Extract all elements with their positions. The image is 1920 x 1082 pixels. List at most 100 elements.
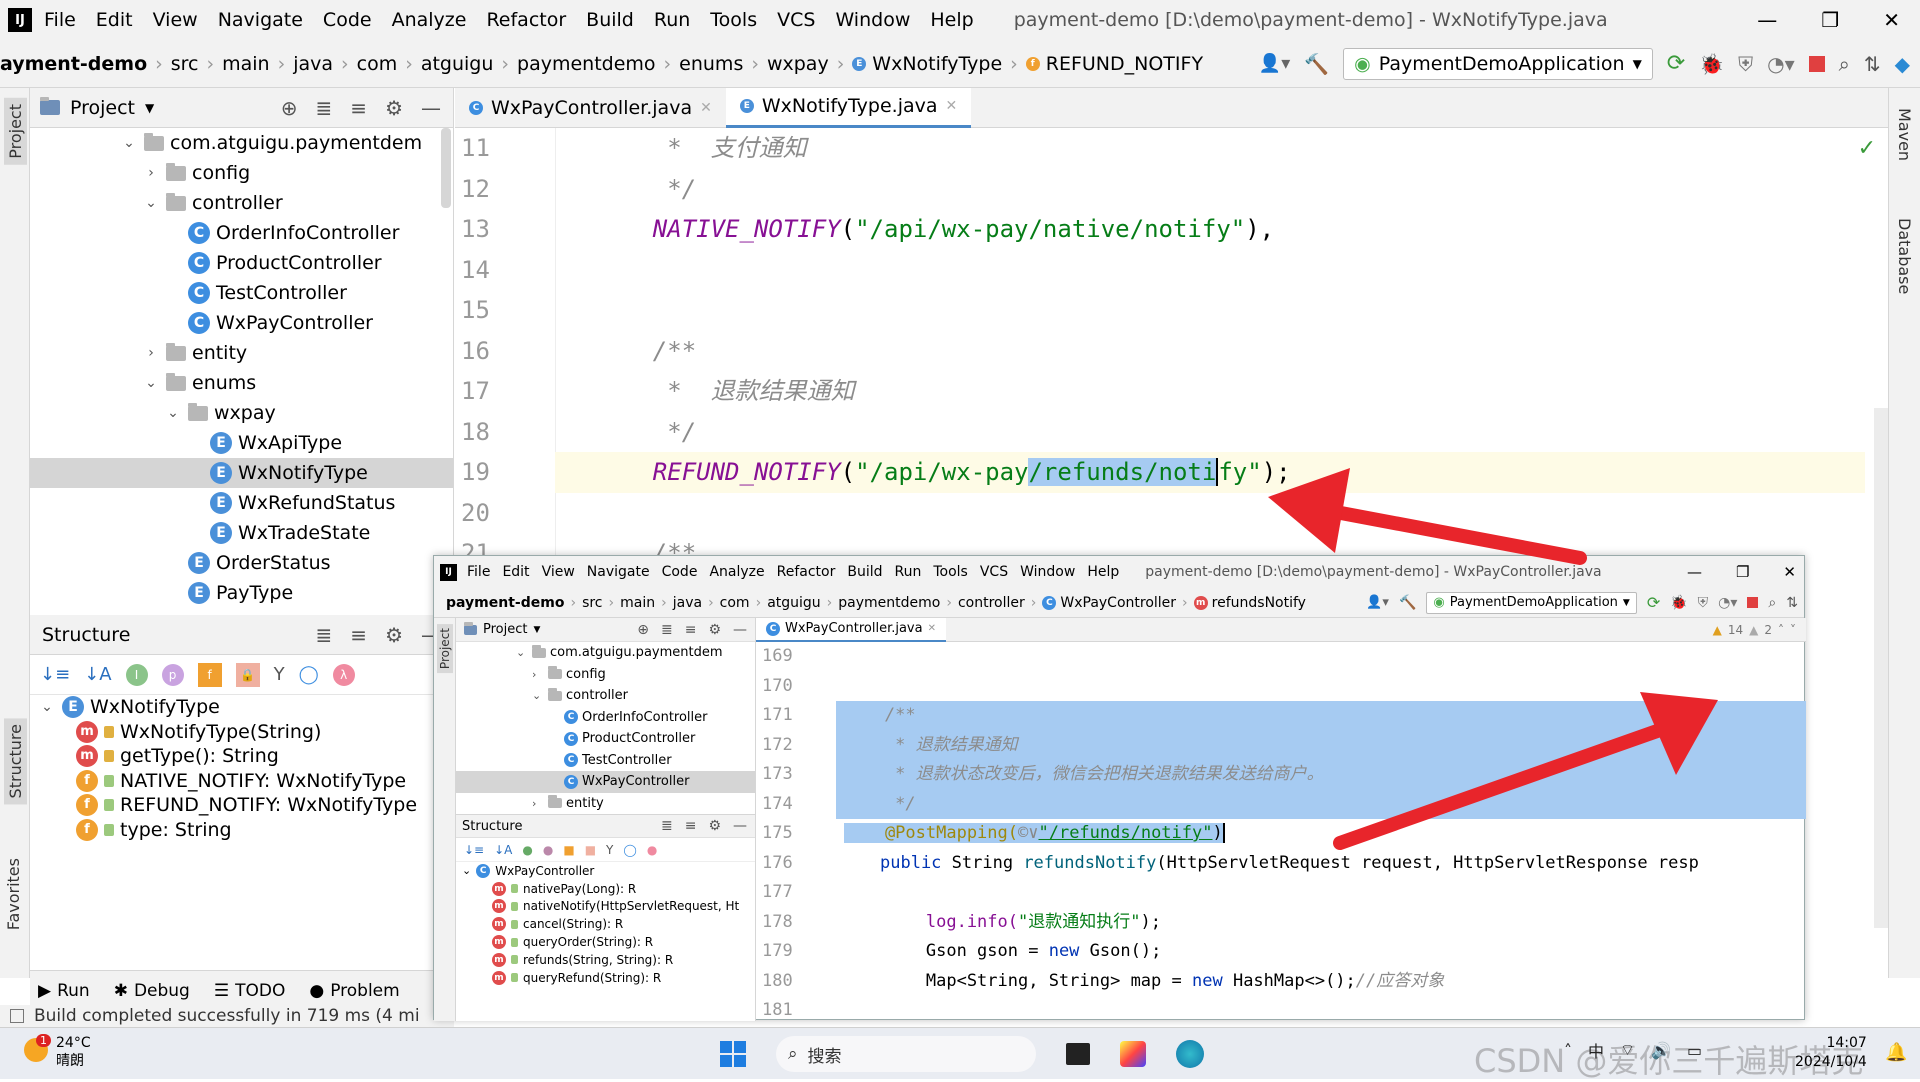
minimize-icon[interactable]: — [1687, 563, 1702, 581]
tree-node[interactable]: ⌄ enums [30, 368, 453, 398]
show-properties-icon[interactable]: p [161, 663, 184, 686]
maven-tool-tab[interactable]: Maven [1895, 108, 1914, 161]
warning-icon[interactable]: ▲ [1713, 623, 1722, 637]
structure-item[interactable]: m getType(): String [30, 744, 453, 769]
menu-run[interactable]: Run [895, 564, 922, 580]
menu-code[interactable]: Code [662, 564, 698, 580]
breadcrumb-item[interactable]: com [357, 53, 398, 75]
run-config-select[interactable]: ◉ PaymentDemoApplication ▼ [1343, 47, 1653, 80]
gear-icon[interactable]: ⚙ [385, 623, 403, 647]
anonymous-icon[interactable]: ◯ [299, 664, 319, 685]
sort-visibility-icon[interactable]: ↓≡ [40, 664, 70, 685]
start-windows-icon[interactable] [720, 1041, 746, 1067]
tab-wxpaycontroller[interactable]: C WxPayController.java ✕ [756, 617, 946, 642]
rerun-icon[interactable]: ⟳ [1667, 51, 1685, 76]
chevron-down-icon[interactable]: ▼ [533, 625, 540, 635]
chevron-down-icon[interactable]: ▼ [145, 101, 154, 115]
debug-icon[interactable]: 🐞 [1699, 52, 1724, 76]
structure-item[interactable]: m queryRefund(String): R [456, 969, 755, 987]
tree-node[interactable]: E WxNotifyType [30, 458, 453, 488]
show-inherited-icon[interactable]: ● [522, 843, 532, 857]
close-tab-icon[interactable]: ✕ [946, 98, 958, 114]
collapse-all-icon[interactable]: ≡ [350, 96, 367, 120]
intellij-logo-icon[interactable]: IJ [8, 8, 32, 32]
menu-window[interactable]: Window [835, 9, 910, 31]
gear-icon[interactable]: ⚙ [385, 96, 403, 120]
sort-alpha-icon[interactable]: ↓A [494, 843, 512, 857]
menu-vcs[interactable]: VCS [777, 9, 815, 31]
ime-indicator[interactable]: 中 [1588, 1038, 1604, 1062]
close-tab-icon[interactable]: ✕ [928, 623, 936, 634]
menu-edit[interactable]: Edit [502, 564, 529, 580]
chevron-right-icon[interactable]: › [532, 668, 544, 681]
menu-analyze[interactable]: Analyze [392, 9, 467, 31]
weak-warning-icon[interactable]: ▲ [1749, 623, 1758, 637]
tab-wxpaycontroller[interactable]: C WxPayController.java ✕ [455, 88, 726, 128]
menu-window[interactable]: Window [1020, 564, 1075, 580]
tree-node[interactable]: › entity [456, 793, 755, 815]
show-nonpublic-icon[interactable]: 🔒 [235, 662, 260, 687]
tree-node[interactable]: E WxTradeState [30, 518, 453, 548]
project-view-selector[interactable]: Project [483, 622, 527, 637]
menu-refactor[interactable]: Refactor [486, 9, 566, 31]
battery-icon[interactable]: ▭ [1687, 1041, 1702, 1060]
show-fields-icon[interactable]: f [197, 662, 222, 687]
menu-code[interactable]: Code [323, 9, 372, 31]
hide-icon[interactable]: — [733, 622, 747, 638]
lambda-icon[interactable]: ● [647, 843, 657, 857]
todo-tab[interactable]: ☰ TODO [214, 981, 286, 1001]
breadcrumb-item[interactable]: atguigu [421, 53, 494, 75]
breadcrumb-item[interactable]: payment-demo [446, 595, 564, 611]
chevron-up-icon[interactable]: ˄ [1778, 623, 1784, 637]
menu-navigate[interactable]: Navigate [218, 9, 303, 31]
tree-node[interactable]: ⌄ wxpay [30, 398, 453, 428]
rerun-icon[interactable]: ⟳ [1647, 593, 1660, 612]
project-tool-tab[interactable]: Project [4, 98, 27, 165]
stop-icon[interactable] [1808, 55, 1825, 72]
tree-node[interactable]: ⌄ com.atguigu.paymentdem [456, 642, 755, 664]
build-hammer-icon[interactable]: 🔨 [1304, 52, 1329, 76]
tree-node[interactable]: C WxPayController [456, 771, 755, 793]
expand-all-icon[interactable]: ≣ [661, 818, 673, 834]
breadcrumb-item[interactable]: ayment-demo [0, 53, 147, 75]
profiler-icon[interactable]: ◔▾ [1718, 595, 1737, 611]
collapse-all-icon[interactable]: ≡ [685, 622, 697, 638]
coverage-icon[interactable]: ⛨ [1738, 52, 1753, 76]
taskbar-search-box[interactable]: ⌕ 搜索 [776, 1036, 1036, 1072]
clock[interactable]: 14:07 2024/10/4 [1795, 1034, 1867, 1072]
chevron-up-icon[interactable]: ˄ [1564, 1041, 1572, 1060]
chevron-right-icon[interactable]: › [532, 797, 544, 810]
close-icon[interactable]: ✕ [1783, 563, 1796, 581]
structure-item[interactable]: f type: String [30, 818, 453, 843]
project-tool-tab[interactable]: Project [437, 624, 453, 674]
breadcrumb-item[interactable]: m refundsNotify [1193, 595, 1306, 611]
menu-file[interactable]: File [467, 564, 490, 580]
chevron-down-icon[interactable]: ⌄ [142, 375, 160, 391]
status-checkbox-icon[interactable] [10, 1009, 24, 1023]
structure-item[interactable]: f NATIVE_NOTIFY: WxNotifyType [30, 769, 453, 794]
build-hammer-icon[interactable]: 🔨 [1399, 595, 1416, 611]
chevron-right-icon[interactable]: › [142, 345, 160, 361]
tree-node[interactable]: C ProductController [30, 248, 453, 278]
chevron-down-icon[interactable]: ⌄ [120, 135, 138, 151]
chevron-down-icon[interactable]: ⌄ [164, 405, 182, 421]
expand-all-icon[interactable]: ≣ [316, 96, 333, 120]
collapse-all-icon[interactable]: ≡ [685, 818, 697, 834]
search-icon[interactable]: ⌕ [1839, 52, 1850, 76]
task-view-icon[interactable] [1066, 1043, 1090, 1065]
gear-icon[interactable]: ⚙ [708, 818, 721, 834]
sort-alpha-icon[interactable]: ↓A [84, 664, 111, 685]
tree-node[interactable]: C ProductController [456, 728, 755, 750]
breadcrumb-item[interactable]: main [620, 595, 655, 611]
breadcrumb-item[interactable]: paymentdemo [517, 53, 656, 75]
filter-icon[interactable]: Y [274, 664, 285, 685]
stop-icon[interactable] [1747, 597, 1759, 608]
overlay-code-area[interactable]: /** * 退款结果通知 * 退款状态改变后，微信会把相关退款结果发送给商户。 … [836, 642, 1806, 1026]
gear-icon[interactable]: ⚙ [708, 622, 721, 638]
database-tool-tab[interactable]: Database [1895, 218, 1914, 294]
coverage-icon[interactable]: ⛨ [1698, 595, 1709, 611]
tree-node[interactable]: E WxApiType [30, 428, 453, 458]
breadcrumb-item[interactable]: main [222, 53, 269, 75]
tree-node[interactable]: E OrderStatus [30, 548, 453, 578]
menu-view[interactable]: View [153, 9, 198, 31]
